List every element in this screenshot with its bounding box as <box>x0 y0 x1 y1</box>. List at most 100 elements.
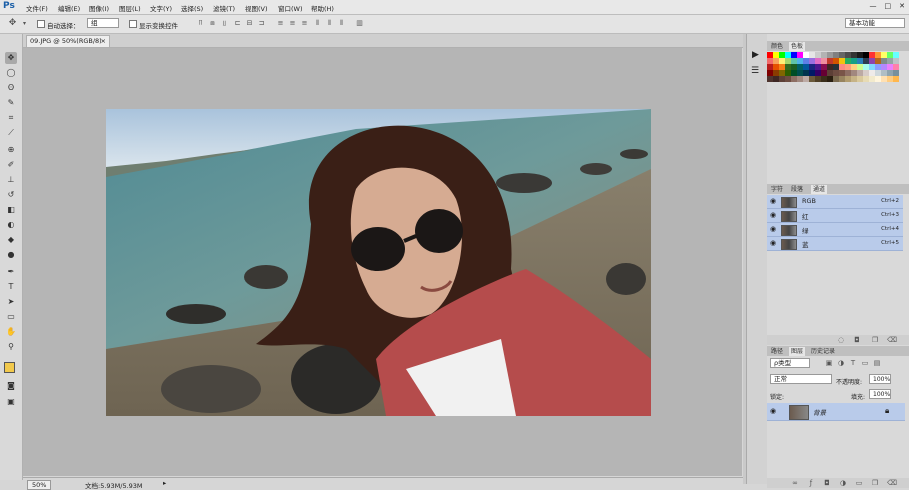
align-vcenter-icon[interactable]: ⧈ <box>208 19 217 28</box>
tab-history[interactable]: 历史记录 <box>809 347 837 356</box>
dotted-circle-icon[interactable]: ◌ <box>837 336 845 344</box>
adjustment-icon[interactable]: ◑ <box>839 479 847 487</box>
filter-smart-icon[interactable]: ▤ <box>873 359 881 367</box>
pen-tool-icon[interactable]: ✒ <box>5 266 17 278</box>
distribute-hcenter-icon[interactable]: ⦀ <box>325 19 334 28</box>
fx-icon[interactable]: ƒ <box>807 479 815 487</box>
folder-icon[interactable]: ▭ <box>855 479 863 487</box>
filter-type-icon[interactable]: T <box>849 359 857 367</box>
menu-layer[interactable]: 图层(L) <box>119 3 141 13</box>
blend-mode-dropdown[interactable]: 正常 <box>770 374 832 384</box>
distribute-vcenter-icon[interactable]: ≡ <box>288 19 297 28</box>
menu-filter[interactable]: 滤镜(T) <box>213 3 235 13</box>
zoom-tool-icon[interactable]: ⚲ <box>5 341 17 353</box>
blur-tool-icon[interactable]: ◆ <box>5 234 17 246</box>
menu-select[interactable]: 选择(S) <box>181 3 203 13</box>
eye-icon[interactable]: ◉ <box>770 212 777 219</box>
eye-icon[interactable]: ◉ <box>770 408 777 415</box>
eye-icon[interactable]: ◉ <box>770 240 777 247</box>
workspace-dropdown[interactable]: 基本功能 <box>845 18 905 28</box>
distribute-bottom-icon[interactable]: ≡ <box>300 19 309 28</box>
fill-field[interactable]: 100% <box>869 389 891 399</box>
trash-icon[interactable]: ⌫ <box>887 336 897 344</box>
maximize-button[interactable]: □ <box>885 2 892 12</box>
new-channel-icon[interactable]: ❐ <box>871 336 879 344</box>
link-icon[interactable]: ∞ <box>791 479 799 487</box>
eraser-tool-icon[interactable]: ◧ <box>5 204 17 216</box>
distribute-left-icon[interactable]: ⦀ <box>313 19 322 28</box>
close-button[interactable]: ✕ <box>899 2 905 12</box>
close-tab-icon[interactable]: × <box>101 36 106 47</box>
tab-color[interactable]: 颜色 <box>769 42 785 51</box>
menu-type[interactable]: 文字(Y) <box>150 3 172 13</box>
document-tab[interactable]: 09.JPG @ 50%(RGB/8) × <box>26 35 110 47</box>
menu-image[interactable]: 图像(I) <box>89 3 109 13</box>
eyedropper-tool-icon[interactable]: ⟋ <box>5 127 17 139</box>
dodge-tool-icon[interactable]: ● <box>5 249 17 261</box>
channel-row-red[interactable]: ◉ 红 Ctrl+3 <box>767 209 903 223</box>
brush-tool-icon[interactable]: ✐ <box>5 159 17 171</box>
channel-row-blue[interactable]: ◉ 蓝 Ctrl+5 <box>767 237 903 251</box>
foreground-color-swatch[interactable] <box>4 362 15 373</box>
path-select-icon[interactable]: ➤ <box>5 296 17 308</box>
filter-shape-icon[interactable]: ▭ <box>861 359 869 367</box>
channel-row-rgb[interactable]: ◉ RGB Ctrl+2 <box>767 195 903 209</box>
align-hcenter-icon[interactable]: ⊟ <box>245 19 254 28</box>
align-left-icon[interactable]: ⊏ <box>233 19 242 28</box>
clone-stamp-icon[interactable]: ⊥ <box>5 174 17 186</box>
tab-swatches[interactable]: 色板 <box>789 42 806 51</box>
marquee-tool-icon[interactable]: ◯ <box>5 67 17 79</box>
menu-edit[interactable]: 编辑(E) <box>58 3 80 13</box>
zoom-level[interactable]: 50% <box>27 480 52 490</box>
align-top-icon[interactable]: ⫪ <box>196 19 205 28</box>
status-arrow-icon[interactable]: ▸ <box>163 479 166 487</box>
distribute-right-icon[interactable]: ⦀ <box>337 19 346 28</box>
crop-tool-icon[interactable]: ⌗ <box>5 112 17 124</box>
screen-mode-icon[interactable]: ▣ <box>5 396 17 408</box>
tab-character[interactable]: 字符 <box>769 185 785 194</box>
hand-tool-icon[interactable]: ✋ <box>5 326 17 338</box>
properties-panel-icon[interactable]: ☰ <box>751 66 759 76</box>
tab-layers[interactable]: 图层 <box>789 347 806 356</box>
tab-paths[interactable]: 路径 <box>769 347 785 356</box>
gradient-tool-icon[interactable]: ◐ <box>5 219 17 231</box>
eye-icon[interactable]: ◉ <box>770 198 777 205</box>
minimize-button[interactable]: — <box>870 2 877 12</box>
color-swatch[interactable] <box>893 76 899 82</box>
chevron-down-icon[interactable]: ▾ <box>20 19 29 28</box>
auto-select-dropdown[interactable]: 组 <box>87 18 119 28</box>
move-tool-icon[interactable]: ✥ <box>5 52 17 64</box>
mask-icon[interactable]: ◘ <box>823 479 831 487</box>
tab-paragraph[interactable]: 段落 <box>789 185 805 194</box>
lasso-tool-icon[interactable]: ʘ <box>5 82 17 94</box>
history-brush-icon[interactable]: ↺ <box>5 189 17 201</box>
align-right-icon[interactable]: ⊐ <box>257 19 266 28</box>
tab-channels[interactable]: 通道 <box>811 185 828 194</box>
menu-window[interactable]: 窗口(W) <box>278 3 303 13</box>
distribute-top-icon[interactable]: ≡ <box>276 19 285 28</box>
shape-tool-icon[interactable]: ▭ <box>5 311 17 323</box>
layer-filter-dropdown[interactable]: ρ类型 <box>770 358 810 368</box>
show-transform-checkbox[interactable] <box>129 20 137 28</box>
auto-select-checkbox[interactable] <box>37 20 45 28</box>
history-panel-icon[interactable]: ▶ <box>752 50 759 60</box>
align-bottom-icon[interactable]: ⫫ <box>220 19 229 28</box>
menu-view[interactable]: 视图(V) <box>245 3 268 13</box>
eye-icon[interactable]: ◉ <box>770 226 777 233</box>
new-layer-icon[interactable]: ❐ <box>871 479 879 487</box>
quick-select-tool-icon[interactable]: ✎ <box>5 97 17 109</box>
healing-brush-icon[interactable]: ⊕ <box>5 144 17 156</box>
trash-icon[interactable]: ⌫ <box>887 479 897 487</box>
channel-row-green[interactable]: ◉ 绿 Ctrl+4 <box>767 223 903 237</box>
auto-align-icon[interactable]: ▥ <box>355 19 364 28</box>
document-photo[interactable] <box>106 109 651 416</box>
move-tool-icon[interactable]: ✥ <box>8 19 17 28</box>
menu-file[interactable]: 文件(F) <box>26 3 48 13</box>
type-tool-icon[interactable]: T <box>5 281 17 293</box>
opacity-field[interactable]: 100% <box>869 374 891 384</box>
swatches-grid[interactable] <box>767 52 907 100</box>
mask-icon[interactable]: ◘ <box>853 336 861 344</box>
filter-image-icon[interactable]: ▣ <box>825 359 833 367</box>
filter-adjust-icon[interactable]: ◑ <box>837 359 845 367</box>
quick-mask-icon[interactable]: ◙ <box>5 380 17 392</box>
